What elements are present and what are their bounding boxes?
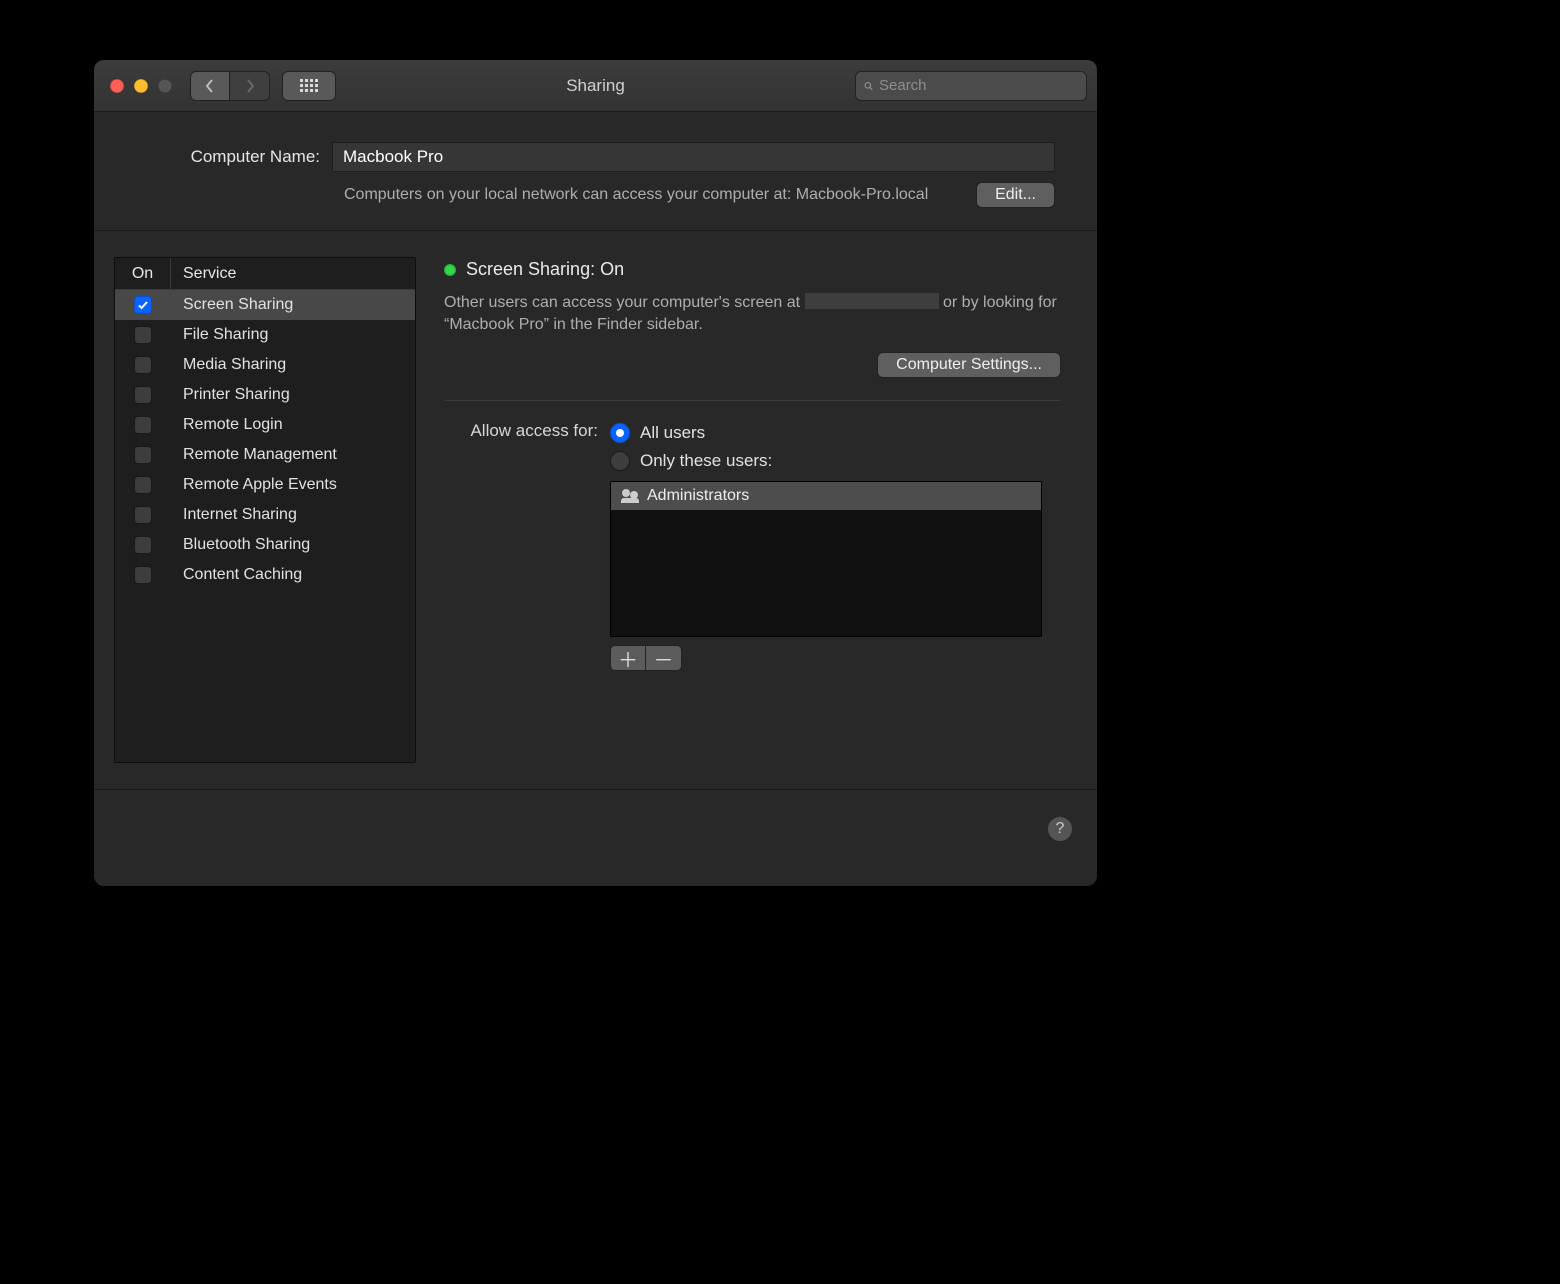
service-row-content-caching[interactable]: Content Caching <box>115 560 415 590</box>
access-only-users-label: Only these users: <box>640 451 772 471</box>
access-only-users-radio[interactable]: Only these users: <box>610 447 1061 475</box>
computer-settings-button[interactable]: Computer Settings... <box>877 352 1061 378</box>
service-checkbox-remote-login[interactable] <box>134 416 152 434</box>
help-icon: ? <box>1056 820 1065 838</box>
service-row-printer-sharing[interactable]: Printer Sharing <box>115 380 415 410</box>
local-hostname-text: Computers on your local network can acce… <box>344 184 956 206</box>
user-row-label: Administrators <box>647 487 749 505</box>
services-header: On Service <box>115 258 415 290</box>
service-checkbox-media-sharing[interactable] <box>134 356 152 374</box>
services-table: On Service Screen Sharing File Sharing Med… <box>114 257 416 763</box>
group-icon <box>621 489 639 503</box>
show-all-button[interactable] <box>282 71 336 101</box>
access-all-users-label: All users <box>640 423 705 443</box>
status-led-icon <box>444 264 456 276</box>
computer-name-label: Computer Name: <box>136 147 332 167</box>
search-field[interactable] <box>855 71 1087 101</box>
separator <box>444 400 1061 401</box>
service-label: Remote Apple Events <box>171 476 415 494</box>
service-row-media-sharing[interactable]: Media Sharing <box>115 350 415 380</box>
user-row[interactable]: Administrators <box>611 482 1041 510</box>
service-label: Printer Sharing <box>171 386 415 404</box>
services-header-service: Service <box>171 265 415 283</box>
chevron-left-icon <box>205 79 215 93</box>
add-user-button[interactable]: ＋ <box>610 645 646 671</box>
service-checkbox-remote-management[interactable] <box>134 446 152 464</box>
minimize-window-button[interactable] <box>134 79 148 93</box>
service-checkbox-bluetooth-sharing[interactable] <box>134 536 152 554</box>
service-label: Screen Sharing <box>171 296 415 314</box>
preferences-window: Sharing Computer Name: Macbook Pro Compu… <box>94 60 1097 886</box>
service-row-remote-apple-events[interactable]: Remote Apple Events <box>115 470 415 500</box>
service-row-remote-management[interactable]: Remote Management <box>115 440 415 470</box>
computer-name-input[interactable]: Macbook Pro <box>332 142 1055 172</box>
window-controls <box>110 79 172 93</box>
service-checkbox-remote-apple-events[interactable] <box>134 476 152 494</box>
status-description: Other users can access your computer's s… <box>444 292 1061 336</box>
help-button[interactable]: ? <box>1047 816 1073 842</box>
close-window-button[interactable] <box>110 79 124 93</box>
titlebar: Sharing <box>94 60 1097 112</box>
forward-button[interactable] <box>230 71 270 101</box>
status-title: Screen Sharing: On <box>466 259 624 280</box>
allow-access-label: Allow access for: <box>444 419 598 671</box>
back-button[interactable] <box>190 71 230 101</box>
service-checkbox-file-sharing[interactable] <box>134 326 152 344</box>
footer: ? <box>94 790 1097 886</box>
service-row-internet-sharing[interactable]: Internet Sharing <box>115 500 415 530</box>
radio-icon <box>610 451 630 471</box>
service-label: Content Caching <box>171 566 415 584</box>
redacted-address <box>805 293 939 309</box>
service-label: Media Sharing <box>171 356 415 374</box>
grid-icon <box>300 79 318 92</box>
search-input[interactable] <box>879 77 1078 94</box>
service-row-screen-sharing[interactable]: Screen Sharing <box>115 290 415 320</box>
service-label: File Sharing <box>171 326 415 344</box>
user-add-remove: ＋ － <box>610 645 1061 671</box>
body: On Service Screen Sharing File Sharing Med… <box>94 231 1097 790</box>
search-icon <box>864 79 873 93</box>
remove-user-button[interactable]: － <box>646 645 682 671</box>
service-row-remote-login[interactable]: Remote Login <box>115 410 415 440</box>
chevron-right-icon <box>245 79 255 93</box>
radio-icon <box>610 423 630 443</box>
computer-name-section: Computer Name: Macbook Pro Computers on … <box>94 112 1097 231</box>
service-checkbox-printer-sharing[interactable] <box>134 386 152 404</box>
service-detail: Screen Sharing: On Other users can acces… <box>444 257 1061 763</box>
service-label: Remote Login <box>171 416 415 434</box>
service-label: Remote Management <box>171 446 415 464</box>
service-label: Bluetooth Sharing <box>171 536 415 554</box>
service-label: Internet Sharing <box>171 506 415 524</box>
allow-access-section: Allow access for: All users Only these u… <box>444 419 1061 671</box>
access-all-users-radio[interactable]: All users <box>610 419 1061 447</box>
services-header-on: On <box>115 258 171 289</box>
service-checkbox-screen-sharing[interactable] <box>134 296 152 314</box>
service-checkbox-content-caching[interactable] <box>134 566 152 584</box>
service-row-bluetooth-sharing[interactable]: Bluetooth Sharing <box>115 530 415 560</box>
zoom-window-button[interactable] <box>158 79 172 93</box>
edit-hostname-button[interactable]: Edit... <box>976 182 1055 208</box>
service-checkbox-internet-sharing[interactable] <box>134 506 152 524</box>
service-row-file-sharing[interactable]: File Sharing <box>115 320 415 350</box>
users-list[interactable]: Administrators <box>610 481 1042 637</box>
nav-buttons <box>190 71 270 101</box>
check-icon <box>137 299 149 311</box>
